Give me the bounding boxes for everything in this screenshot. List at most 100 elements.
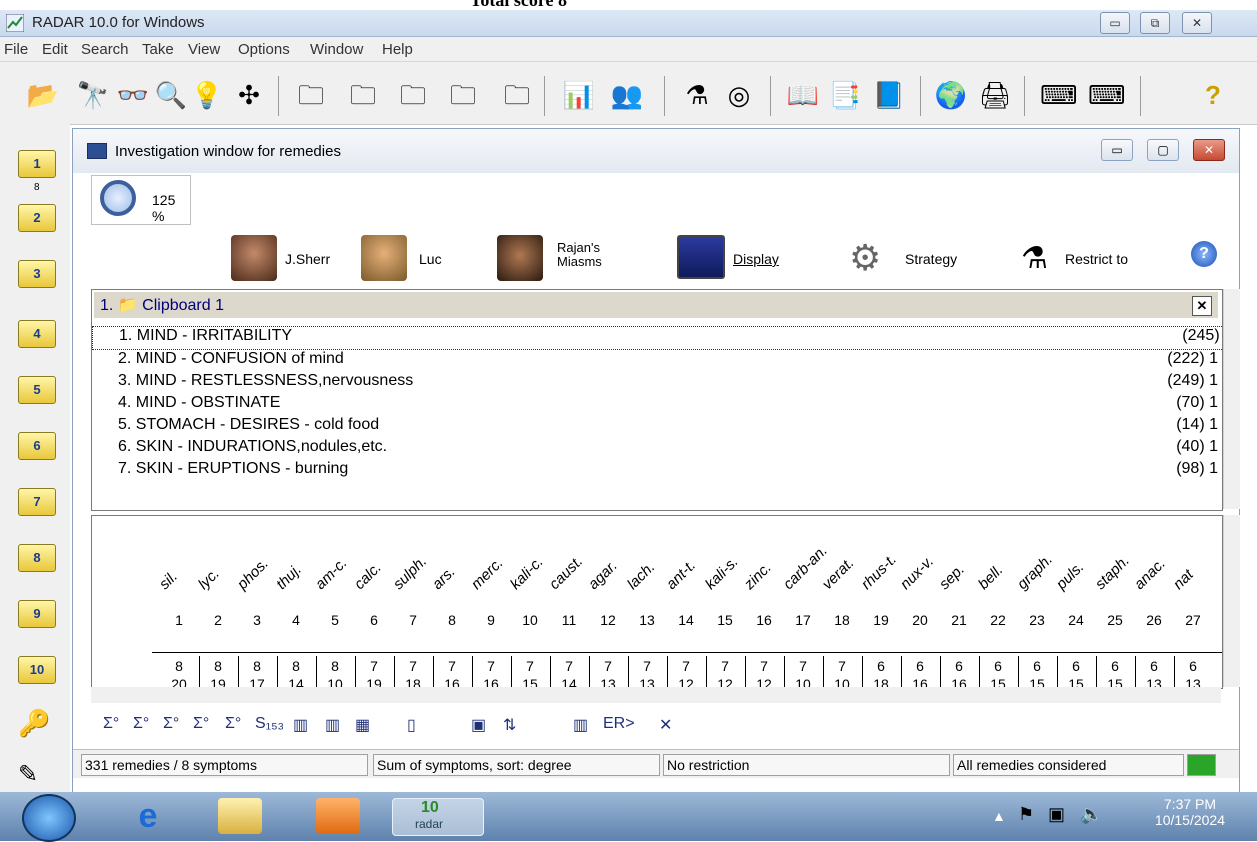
radar-taskbar-button[interactable]: 10 radar <box>392 798 484 836</box>
symptom-row[interactable]: 5. STOMACH - DESIRES - cold food (14) 1 <box>118 416 1218 438</box>
lightbulb-icon[interactable]: 💡 <box>190 78 224 112</box>
globe-icon[interactable]: 🌍 <box>934 78 968 112</box>
option-restrict-to[interactable]: Restrict to <box>1065 251 1128 267</box>
remedy-name[interactable]: thuj. <box>273 561 305 593</box>
clipboard-folder-10[interactable]: 10 <box>18 656 56 684</box>
option-rajans-miasms[interactable]: Rajan's Miasms <box>557 241 627 269</box>
remedy-name[interactable]: ant-t. <box>663 557 699 593</box>
keyboard-left-icon[interactable]: ⌨ <box>1040 78 1078 112</box>
remedy-name[interactable]: puls. <box>1053 559 1087 593</box>
jsherr-avatar[interactable] <box>231 235 277 281</box>
remedy-name[interactable]: kali-s. <box>702 553 742 593</box>
symptom-row[interactable]: 6. SKIN - INDURATIONS,nodules,etc. (40) … <box>118 438 1218 460</box>
remedy-name[interactable]: nux-v. <box>897 553 937 593</box>
help-circle-icon[interactable]: ? <box>1191 241 1217 267</box>
symptom-row[interactable]: 3. MIND - RESTLESSNESS,nervousness (249)… <box>118 372 1218 394</box>
analysis-tool-13[interactable]: ▥ <box>573 715 588 735</box>
status-up-icon[interactable] <box>1187 754 1216 776</box>
remedy-name[interactable]: rhus-t. <box>858 551 900 593</box>
analysis-tool-14[interactable]: ER> <box>603 715 635 733</box>
remedy-name[interactable]: calc. <box>351 559 385 593</box>
analysis-tool-5[interactable]: Σ° <box>225 715 241 733</box>
remedy-name[interactable]: sil. <box>156 568 181 593</box>
remedy-name[interactable]: lach. <box>624 559 658 593</box>
option-jsherr[interactable]: J.Sherr <box>285 251 330 267</box>
grid-horizontal-scrollbar[interactable] <box>91 687 1221 703</box>
notepad-icon[interactable]: ✎ <box>18 760 38 789</box>
tray-arrow-icon[interactable]: ▲ <box>992 808 1006 824</box>
book-icon[interactable]: 📘 <box>872 78 906 112</box>
minimize-button[interactable]: ▭ <box>1100 12 1130 34</box>
remedy-name[interactable]: nat <box>1170 566 1197 593</box>
option-display[interactable]: Display <box>733 251 779 267</box>
help-icon[interactable]: ? <box>1196 78 1230 112</box>
clipboard-folder-3[interactable]: 3 <box>18 260 56 288</box>
clipboard-folder-5[interactable]: 5 <box>18 376 56 404</box>
luc-avatar[interactable] <box>361 235 407 281</box>
remedy-name[interactable]: ars. <box>429 563 459 593</box>
ie-icon[interactable]: e <box>126 798 170 834</box>
tray-network-icon[interactable]: ▣ <box>1048 804 1065 825</box>
book-open-icon[interactable]: 📖 <box>786 78 820 112</box>
analysis-tool-3[interactable]: Σ° <box>163 715 179 733</box>
symptom-row[interactable]: 1. MIND - IRRITABILITY (245) 1 <box>92 326 1234 350</box>
analysis-tool-11[interactable]: ▣ <box>471 715 486 735</box>
rajan-avatar[interactable] <box>497 235 543 281</box>
clipboard-folder-7[interactable]: 7 <box>18 488 56 516</box>
media-player-icon[interactable] <box>316 798 360 834</box>
analysis-tool-7[interactable]: ▥ <box>293 715 308 735</box>
analysis-tool-8[interactable]: ▥ <box>325 715 340 735</box>
remedy-name[interactable]: bell. <box>975 562 1006 593</box>
analysis-tool-12[interactable]: ⇅ <box>503 715 516 735</box>
remedy-name[interactable]: graph. <box>1014 551 1056 593</box>
clipboard-folder-6[interactable]: 6 <box>18 432 56 460</box>
remedy-name[interactable]: agar. <box>585 557 621 593</box>
inv-maximize-button[interactable]: ▢ <box>1147 139 1179 161</box>
clipboard-3-icon[interactable]: 🗀 <box>446 78 480 112</box>
symptom-row[interactable]: 2. MIND - CONFUSION of mind (222) 1 <box>118 350 1218 372</box>
remedy-name[interactable]: sep. <box>936 561 968 593</box>
glasses-icon[interactable]: 👓 <box>116 78 150 112</box>
new-clipboard-icon[interactable]: 🗀 <box>294 78 328 112</box>
tray-volume-icon[interactable]: 🔈 <box>1080 804 1102 825</box>
menu-view[interactable]: View <box>188 41 220 58</box>
menu-window[interactable]: Window <box>310 41 363 58</box>
remedy-name[interactable]: anac. <box>1131 555 1169 593</box>
printer-icon[interactable]: 🖨 <box>978 78 1012 112</box>
key-icon[interactable]: 🔑 <box>18 708 50 739</box>
start-button[interactable] <box>22 794 76 842</box>
clipboard-folder-9[interactable]: 9 <box>18 600 56 628</box>
analysis-tool-9[interactable]: ▦ <box>355 715 370 735</box>
book-list-icon[interactable]: 📑 <box>828 78 862 112</box>
inv-minimize-button[interactable]: ▭ <box>1101 139 1133 161</box>
clipboard-2-icon[interactable]: 🗀 <box>396 78 430 112</box>
menu-help[interactable]: Help <box>382 41 413 58</box>
analysis-tool-15[interactable]: ✕ <box>659 715 672 735</box>
flask-icon[interactable]: ⚗ <box>680 78 714 112</box>
tray-clock[interactable]: 7:37 PM 10/15/2024 <box>1155 796 1225 828</box>
clipboard-folder-2[interactable]: 2 <box>18 204 56 232</box>
option-luc[interactable]: Luc <box>419 251 442 267</box>
clipboard-folder-4[interactable]: 4 <box>18 320 56 348</box>
keyboard-right-icon[interactable]: ⌨ <box>1088 78 1126 112</box>
analysis-tool-2[interactable]: Σ° <box>133 715 149 733</box>
scatter-icon[interactable]: ✣ <box>232 78 266 112</box>
remedy-name[interactable]: staph. <box>1092 552 1133 593</box>
remedy-name[interactable]: phos. <box>234 555 272 593</box>
remedy-name[interactable]: lyc. <box>195 565 223 593</box>
option-strategy[interactable]: Strategy <box>905 251 957 267</box>
explorer-icon[interactable] <box>218 798 262 834</box>
grid-scrollbar[interactable] <box>1223 515 1240 687</box>
binoculars-icon[interactable]: 🔭 <box>76 78 110 112</box>
symptom-row[interactable]: 7. SKIN - ERUPTIONS - burning (98) 1 <box>118 460 1218 482</box>
lifebuoy-icon[interactable]: ◎ <box>722 78 756 112</box>
clipboard-1-icon[interactable]: 🗀 <box>346 78 380 112</box>
menu-take[interactable]: Take <box>142 41 174 58</box>
analysis-chart-icon[interactable]: 📊 <box>562 78 596 112</box>
remedy-name[interactable]: kali-c. <box>507 553 547 593</box>
clipboard-close-button[interactable]: ✕ <box>1192 296 1212 316</box>
restrict-icon[interactable]: ⚗ <box>1021 241 1048 276</box>
remedy-name[interactable]: zinc. <box>741 559 775 593</box>
menu-edit[interactable]: Edit <box>42 41 68 58</box>
remedy-name[interactable]: merc. <box>468 554 507 593</box>
